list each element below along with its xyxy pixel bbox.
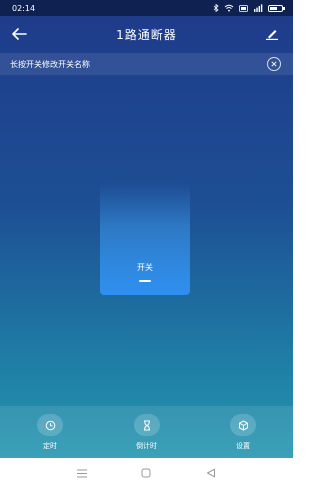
system-menu-button[interactable] bbox=[72, 466, 92, 480]
header-bar: 1路通断器 bbox=[0, 16, 293, 52]
status-icons bbox=[213, 4, 285, 12]
system-nav-bar bbox=[0, 458, 293, 488]
tab-timer-icon-bg bbox=[37, 414, 63, 436]
hint-close-button[interactable] bbox=[267, 57, 281, 71]
tab-countdown-label: 倒计时 bbox=[136, 442, 157, 450]
hourglass-icon bbox=[143, 420, 150, 430]
bluetooth-icon bbox=[213, 4, 219, 12]
back-triangle-icon bbox=[206, 468, 215, 478]
menu-icon bbox=[77, 469, 88, 477]
system-home-button[interactable] bbox=[136, 466, 156, 480]
settings-cube-icon bbox=[238, 419, 248, 431]
tab-timer-label: 定时 bbox=[43, 442, 57, 450]
page-title: 1路通断器 bbox=[116, 27, 177, 42]
tab-countdown[interactable]: 倒计时 bbox=[127, 406, 167, 458]
clock-icon bbox=[45, 420, 55, 430]
app-screen: 02:14 1路通断器 长按开关修改开关名称 开关 定时 倒计时 设置 bbox=[0, 0, 293, 458]
home-square-icon bbox=[141, 468, 151, 478]
battery-icon bbox=[268, 4, 285, 12]
edit-button[interactable] bbox=[261, 23, 283, 45]
status-bar: 02:14 bbox=[0, 0, 293, 16]
hint-text: 长按开关修改开关名称 bbox=[10, 59, 90, 69]
arrow-left-icon bbox=[12, 28, 27, 40]
bottom-tab-bar: 定时 倒计时 设置 bbox=[0, 406, 293, 458]
hd-icon bbox=[239, 4, 248, 12]
tab-timer[interactable]: 定时 bbox=[30, 406, 70, 458]
close-icon bbox=[271, 61, 277, 67]
switch-indicator bbox=[139, 280, 151, 282]
wifi-icon bbox=[224, 4, 234, 12]
status-time: 02:14 bbox=[12, 3, 36, 13]
system-back-button[interactable] bbox=[201, 466, 221, 480]
cellular-signal-icon bbox=[254, 4, 263, 12]
tab-settings-icon-bg bbox=[230, 414, 256, 436]
back-button[interactable] bbox=[8, 23, 30, 45]
pencil-icon bbox=[266, 30, 278, 40]
switch-toggle[interactable]: 开关 bbox=[100, 183, 190, 295]
switch-label: 开关 bbox=[137, 263, 153, 272]
tab-settings-label: 设置 bbox=[236, 442, 250, 450]
tab-settings[interactable]: 设置 bbox=[223, 406, 263, 458]
hint-banner: 长按开关修改开关名称 bbox=[0, 53, 293, 75]
tab-countdown-icon-bg bbox=[133, 414, 160, 436]
